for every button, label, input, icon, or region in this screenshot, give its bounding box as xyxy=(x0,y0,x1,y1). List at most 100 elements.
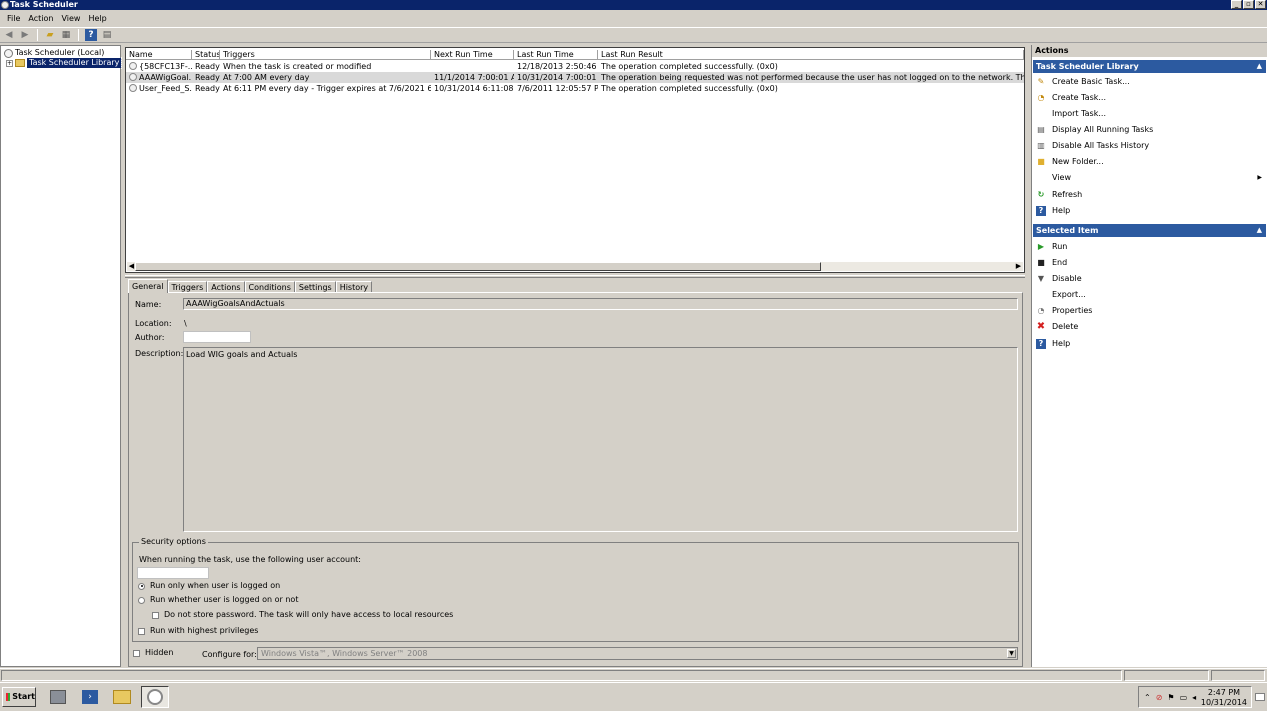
general-tab-panel: Name: AAAWigGoalsAndActuals Location: \ … xyxy=(128,292,1023,667)
action-label: Disable xyxy=(1052,274,1082,283)
close-button[interactable]: ✕ xyxy=(1255,0,1266,9)
cell-triggers: At 7:00 AM every day xyxy=(223,73,310,82)
col-next-run[interactable]: Next Run Time xyxy=(431,50,514,60)
explorer-icon[interactable] xyxy=(108,686,136,708)
menu-bar: File Action View Help xyxy=(0,12,1267,26)
table-row[interactable]: User_Feed_S... Ready At 6:11 PM every da… xyxy=(126,83,1024,94)
new-folder-icon: ■ xyxy=(1037,157,1045,166)
no-store-password-label: Do not store password. The task will onl… xyxy=(164,610,454,619)
no-store-password-checkbox[interactable]: Do not store password. The task will onl… xyxy=(152,610,453,620)
selected-item-section-header[interactable]: Selected Item ▲ xyxy=(1033,224,1266,237)
collapse-icon[interactable]: ▲ xyxy=(1257,60,1262,73)
action-import-task[interactable]: Import Task... xyxy=(1036,107,1264,121)
blank-icon xyxy=(1036,109,1046,119)
action-run[interactable]: ▶ Run xyxy=(1036,240,1264,254)
table-row-selected[interactable]: AAAWigGoal... Ready At 7:00 AM every day… xyxy=(126,72,1024,83)
actions-pane: Actions Task Scheduler Library ▲ ✎ Creat… xyxy=(1031,45,1267,667)
task-scheduler-app-icon xyxy=(1,1,9,9)
col-last-run[interactable]: Last Run Time xyxy=(514,50,598,60)
action-new-folder[interactable]: ■ New Folder... xyxy=(1036,155,1264,169)
col-status[interactable]: Status xyxy=(192,50,220,60)
table-row[interactable]: {58CFC13F-... Ready When the task is cre… xyxy=(126,61,1024,72)
server-manager-icon[interactable] xyxy=(44,686,72,708)
start-button[interactable]: Start xyxy=(2,687,36,707)
task-scheduler-icon[interactable] xyxy=(141,686,169,708)
highest-privileges-checkbox[interactable]: Run with highest privileges xyxy=(138,626,258,636)
minimize-button[interactable]: _ xyxy=(1231,0,1242,9)
up-folder-icon[interactable]: ▰ xyxy=(44,29,56,41)
tab-general[interactable]: General xyxy=(128,279,168,293)
help-icon: ? xyxy=(1036,339,1046,349)
restore-button[interactable]: ▫ xyxy=(1243,0,1254,9)
action-center-flag-icon[interactable]: ⚑ xyxy=(1167,693,1174,702)
run-whether-radio[interactable]: Run whether user is logged on or not xyxy=(138,595,298,605)
description-field[interactable]: Load WIG goals and Actuals xyxy=(183,347,1018,532)
action-view[interactable]: View ▶ xyxy=(1036,171,1264,185)
toolbar-separator xyxy=(37,29,38,41)
collapse-icon[interactable]: ▲ xyxy=(1257,224,1262,237)
action-help-selected[interactable]: ? Help xyxy=(1036,337,1264,351)
menu-help[interactable]: Help xyxy=(84,12,110,26)
start-label: Start xyxy=(12,692,35,701)
configure-for-dropdown[interactable]: Windows Vista™, Windows Server™ 2008 ▼ xyxy=(257,647,1018,660)
checkbox-icon xyxy=(138,627,145,635)
expand-icon[interactable]: + xyxy=(6,59,13,67)
col-name[interactable]: Name xyxy=(126,50,192,60)
show-hidden-icons-icon[interactable]: ⌃ xyxy=(1144,693,1151,702)
horizontal-scrollbar[interactable]: ◀ ▶ xyxy=(127,261,1023,271)
status-bar xyxy=(0,668,1267,681)
create-task-icon: ◔ xyxy=(1037,93,1045,102)
back-icon[interactable]: ◀ xyxy=(3,29,15,41)
run-logged-on-radio[interactable]: Run only when user is logged on xyxy=(138,581,280,591)
chevron-down-icon[interactable]: ▼ xyxy=(1007,649,1016,658)
tree-item-library[interactable]: + Task Scheduler Library xyxy=(6,57,123,69)
end-icon: ■ xyxy=(1037,258,1045,267)
col-last-result[interactable]: Last Run Result xyxy=(598,50,1024,60)
radio-selected-icon xyxy=(138,582,145,590)
menu-file[interactable]: File xyxy=(3,12,24,26)
action-end[interactable]: ■ End xyxy=(1036,256,1264,270)
author-field[interactable] xyxy=(183,331,251,343)
show-hide-action-pane-icon[interactable]: ▤ xyxy=(101,29,113,41)
powershell-icon[interactable]: › xyxy=(76,686,104,708)
network-icon[interactable]: ⊘ xyxy=(1156,693,1163,702)
action-label: Run xyxy=(1052,242,1068,251)
action-refresh[interactable]: ↻ Refresh xyxy=(1036,188,1264,202)
hidden-checkbox[interactable]: Hidden xyxy=(133,648,173,658)
action-delete[interactable]: ✖ Delete xyxy=(1036,320,1264,334)
configure-for-label: Configure for: xyxy=(202,650,257,659)
library-section-header[interactable]: Task Scheduler Library ▲ xyxy=(1033,60,1266,73)
menu-action[interactable]: Action xyxy=(24,12,57,26)
cell-next-run xyxy=(431,61,514,72)
description-label: Description: xyxy=(135,349,184,358)
name-field[interactable]: AAAWigGoalsAndActuals xyxy=(183,298,1018,310)
scroll-right-icon[interactable]: ▶ xyxy=(1014,262,1023,271)
action-create-task[interactable]: ◔ Create Task... xyxy=(1036,91,1264,105)
action-properties[interactable]: ◔ Properties xyxy=(1036,304,1264,318)
menu-view[interactable]: View xyxy=(57,12,84,26)
show-desktop-button[interactable] xyxy=(1255,693,1265,701)
action-export[interactable]: Export... xyxy=(1036,288,1264,302)
pane-splitter[interactable] xyxy=(125,275,1025,278)
library-section-title: Task Scheduler Library xyxy=(1036,62,1139,71)
forward-icon[interactable]: ▶ xyxy=(19,29,31,41)
action-display-running[interactable]: ▤ Display All Running Tasks xyxy=(1036,123,1264,137)
action-help[interactable]: ? Help xyxy=(1036,204,1264,218)
clock[interactable]: 2:47 PM 10/31/2014 xyxy=(1201,688,1247,708)
action-label: Properties xyxy=(1052,306,1093,315)
volume-icon[interactable]: ◂ xyxy=(1192,693,1196,702)
security-options-group: Security options When running the task, … xyxy=(132,537,1019,642)
col-triggers[interactable]: Triggers xyxy=(220,50,431,60)
status-panel-2 xyxy=(1124,670,1209,681)
scrollbar-thumb[interactable] xyxy=(135,262,821,271)
location-value: \ xyxy=(184,319,187,328)
help-icon[interactable]: ? xyxy=(85,29,97,41)
action-create-basic-task[interactable]: ✎ Create Basic Task... xyxy=(1036,75,1264,89)
tree-item-local[interactable]: Task Scheduler (Local) xyxy=(4,48,104,58)
action-disable-history[interactable]: ▥ Disable All Tasks History xyxy=(1036,139,1264,153)
create-basic-task-icon: ✎ xyxy=(1037,77,1045,86)
show-hide-tree-icon[interactable]: ▦ xyxy=(60,29,72,41)
action-disable[interactable]: ▼ Disable xyxy=(1036,272,1264,286)
clock-time: 2:47 PM xyxy=(1207,688,1241,697)
monitor-icon[interactable]: ▭ xyxy=(1180,693,1188,702)
